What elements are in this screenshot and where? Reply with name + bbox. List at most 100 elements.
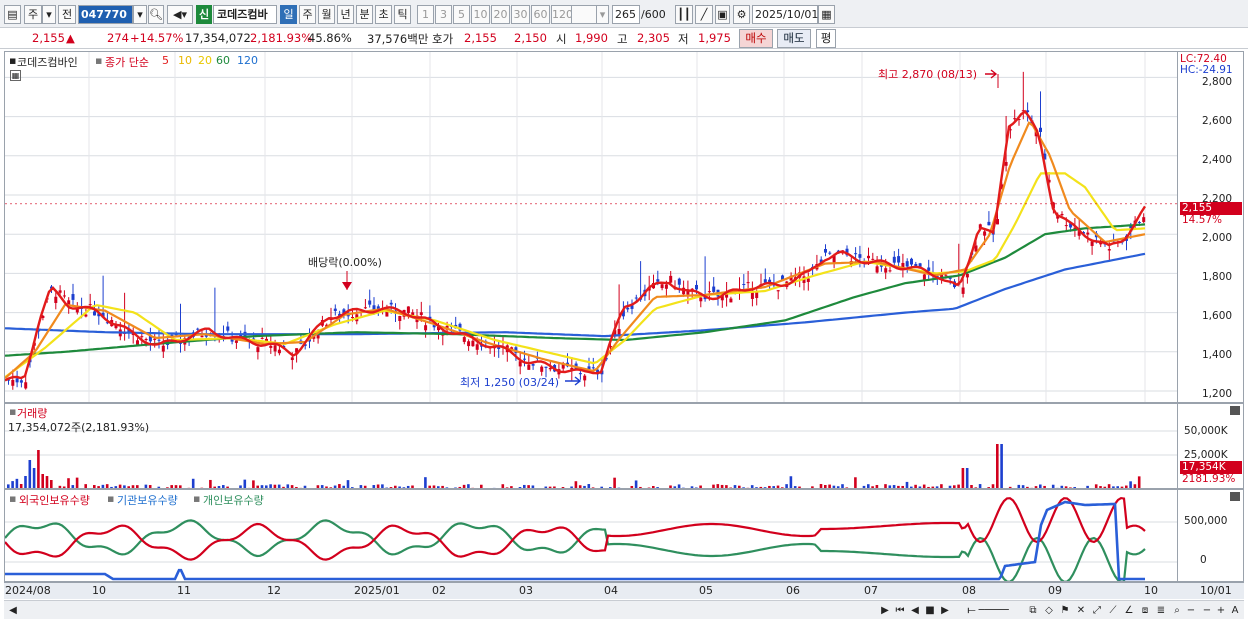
save-icon[interactable]: ▣ <box>715 5 730 24</box>
chart-scrollbar[interactable]: ◀ ▶ ⏮ ◀ ■ ▶ ⟝ ───── ⧉ ◇ ⚑ ✕ ⤢ ⟋ ∠ ⧈ ≣ ⌕ … <box>4 600 1244 619</box>
interval-button[interactable]: 5 <box>453 5 470 24</box>
candle-body <box>523 358 526 360</box>
interval-button[interactable]: 1 <box>417 5 434 24</box>
font-size-icon[interactable]: A <box>1228 603 1242 618</box>
sell-button[interactable]: 매도 <box>777 29 811 48</box>
holdings-chart[interactable] <box>5 490 1178 582</box>
candle-body <box>983 231 987 236</box>
period-tab[interactable]: 틱 <box>394 5 411 24</box>
date-tick: 02 <box>432 584 446 597</box>
candle-body <box>927 267 931 271</box>
candle-icon[interactable]: ┃┃ <box>675 5 693 24</box>
panel-close-icon[interactable] <box>1230 492 1240 501</box>
lines-icon[interactable]: ≣ <box>1154 603 1168 618</box>
price-ytick: 2,000 <box>1202 232 1233 244</box>
zoom-search-icon[interactable]: ⌕ <box>1170 603 1184 618</box>
chart-type-icon[interactable]: ⧈ <box>1138 603 1152 618</box>
period-tab[interactable]: 초 <box>375 5 392 24</box>
line-tool-icon[interactable]: ╱ <box>695 5 713 24</box>
holdings-panel[interactable]: ▪ 외국인보유수량 ▪ 기관보유수량 ▪ 개인보유수량 <box>4 489 1178 582</box>
price-ytick: 1,800 <box>1202 271 1233 283</box>
interval-button[interactable]: 30 <box>511 5 530 24</box>
chevron-down-icon[interactable]: ▾ <box>133 5 147 24</box>
legend-stock-name: 코데즈컴바인 <box>17 56 78 69</box>
buy-button[interactable]: 매수 <box>739 29 773 48</box>
volume-axis[interactable]: 50,000K 25,000K 17,354K 2181.93% <box>1178 403 1244 489</box>
volume-bar <box>346 480 350 488</box>
stock-code-input[interactable]: 047770 <box>78 5 133 24</box>
date-tick: 09 <box>1048 584 1062 597</box>
prev-page-icon[interactable]: ◀ <box>908 603 922 618</box>
compare-icon[interactable]: ⧉ <box>1026 603 1040 618</box>
count-input[interactable]: 265 <box>612 5 640 24</box>
date-tick: 2025/01 <box>354 584 400 597</box>
zoom-out-icon[interactable]: − <box>1184 603 1198 618</box>
interval-button[interactable]: 20 <box>491 5 510 24</box>
date-tick: 2024/08 <box>5 584 51 597</box>
interval-custom-input[interactable] <box>571 5 597 24</box>
angle-icon[interactable]: ∠ <box>1122 603 1136 618</box>
period-tab[interactable]: 월 <box>318 5 335 24</box>
high-annotation: 최고 2,870 (08/13) <box>878 68 978 81</box>
minus-icon[interactable]: − <box>1200 603 1214 618</box>
scroll-left-icon[interactable]: ◀ <box>6 603 20 618</box>
interval-button[interactable]: 60 <box>531 5 550 24</box>
scroll-right-icon[interactable]: ▶ <box>878 603 892 618</box>
gear-icon[interactable]: ⚙ <box>733 5 750 24</box>
chevron-down-icon[interactable]: ▾ <box>596 5 609 24</box>
signal-icon[interactable]: ⚑ <box>1058 603 1072 618</box>
period-tab[interactable]: 분 <box>356 5 373 24</box>
chevron-down-icon[interactable]: ▾ <box>42 5 56 24</box>
price-chart-panel[interactable]: ▪ 코데즈컴바인 ▪ 종가 단순 5 10 20 60 120 ▦ 최고 2,8… <box>4 51 1178 403</box>
candle-body <box>858 254 862 258</box>
panel-close-icon[interactable] <box>1230 406 1240 415</box>
prev-button[interactable]: 전 <box>58 5 76 24</box>
layout-icon[interactable]: ▤ <box>4 5 21 24</box>
candle-body <box>961 287 965 294</box>
volume-bar <box>854 477 857 488</box>
date-input[interactable]: 2025/10/01 <box>752 5 818 24</box>
crosshair-icon[interactable]: ✕ <box>1074 603 1088 618</box>
legend-ma5: 5 <box>162 54 169 67</box>
volume-bar <box>634 480 638 488</box>
candle-body <box>591 367 595 369</box>
stop-icon[interactable]: ■ <box>923 603 937 618</box>
candle-body <box>634 297 638 299</box>
period-tab[interactable]: 주 <box>299 5 316 24</box>
trend-icon[interactable]: ⤢ <box>1090 603 1104 618</box>
candle-body <box>750 292 754 299</box>
arrow-icon <box>985 69 998 79</box>
institution-line <box>5 500 1145 581</box>
candle-body <box>540 366 544 372</box>
calendar-icon[interactable]: ▦ <box>818 5 835 24</box>
vol-ytick: 25,000K <box>1184 449 1228 461</box>
first-page-icon[interactable]: ⏮ <box>893 603 907 618</box>
volume-bar <box>50 480 53 488</box>
sin-badge: 신 <box>196 5 212 24</box>
shapes-icon[interactable]: ◇ <box>1042 603 1056 618</box>
interval-button[interactable]: 120 <box>551 5 573 24</box>
period-tab[interactable]: 년 <box>337 5 354 24</box>
last-page-icon[interactable]: ▶ <box>938 603 952 618</box>
zoom-slider[interactable]: ⟝ ───── <box>956 603 1020 618</box>
zoom-in-icon[interactable]: + <box>1214 603 1228 618</box>
sound-icon[interactable]: ◀▾ <box>167 5 193 24</box>
candle-body <box>910 258 913 265</box>
period-tab[interactable]: 일 <box>280 5 297 24</box>
search-icon[interactable]: 🔍︎ <box>148 5 164 24</box>
volume-panel[interactable]: ▪ 거래량 17,354,072주(2,181.93%) <box>4 403 1178 489</box>
volume-bar <box>24 476 27 488</box>
price-axis[interactable]: LC:72.40 HC:-24.91 2,800 2,600 2,400 2,200 2… <box>1178 51 1244 403</box>
interval-button[interactable]: 10 <box>471 5 490 24</box>
candle-body <box>93 311 96 316</box>
holdings-axis[interactable]: 500,000 0 <box>1178 489 1244 582</box>
avg-button[interactable]: 평 <box>816 29 836 48</box>
volume-chart[interactable] <box>5 404 1178 489</box>
candle-body <box>363 307 367 309</box>
price-chart[interactable] <box>5 52 1178 403</box>
candle-body <box>196 328 200 330</box>
fib-icon[interactable]: ⟋ <box>1106 603 1120 618</box>
grid-toggle-icon[interactable]: ▦ <box>10 70 21 81</box>
interval-button[interactable]: 3 <box>435 5 452 24</box>
market-select[interactable]: 주 <box>24 5 42 24</box>
